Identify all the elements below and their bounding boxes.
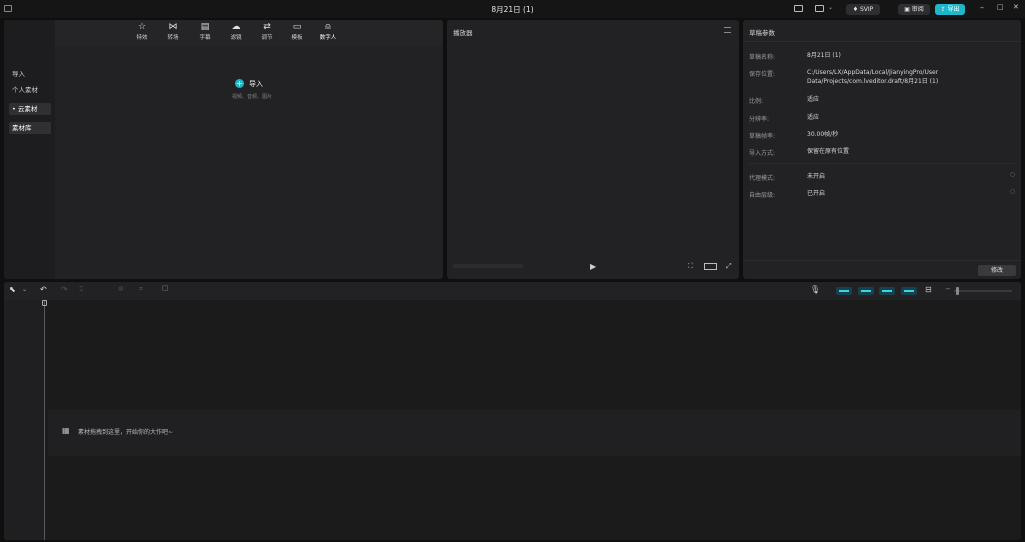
param-label: 导入方式: [749, 150, 776, 157]
tool-filter[interactable]: ☁ 滤镜 [225, 22, 247, 41]
svip-badge[interactable]: ♦ SVIP [846, 4, 880, 15]
tool-caption[interactable]: ▤ 字幕 [194, 22, 216, 41]
edit-button[interactable]: 修改 [978, 265, 1016, 276]
sidebar-item-library[interactable]: 素材库 [9, 122, 51, 134]
preview-axis-button[interactable] [901, 287, 917, 295]
zoom-slider[interactable] [954, 290, 1012, 292]
player-title: 播放器 [453, 29, 473, 37]
diamond-icon: ♦ [852, 6, 860, 13]
split-icon: ⌶ [79, 285, 84, 293]
param-label: 代理模式: [749, 175, 776, 182]
menu-icon[interactable] [724, 27, 731, 33]
sidebar-item-import[interactable]: 导入 [9, 68, 51, 80]
redo-icon: ↷ [61, 285, 68, 294]
media-sidebar: 导入 个人素材 • 云素材 素材库 [4, 20, 55, 279]
caption-icon: ▤ [200, 22, 210, 32]
export-button[interactable]: ⇪ 导出 [935, 4, 965, 15]
template-icon: ▭ [292, 22, 302, 32]
microphone-icon[interactable]: 🎙 [810, 285, 820, 294]
param-value: C:/Users/LX/AppData/Local/JianyingPro/Us… [807, 69, 939, 85]
grid-icon[interactable] [815, 5, 824, 12]
tool-digital-human[interactable]: ⍝ 数字人 [315, 22, 341, 41]
params-title: 草稿参数 [749, 29, 775, 37]
maximize-button[interactable]: □ [997, 3, 1004, 11]
layout-icon[interactable] [794, 5, 803, 12]
player-panel: 播放器 ▶ ⛶ ⤢ [447, 20, 739, 279]
param-label: 分辨率: [749, 116, 770, 123]
media-panel: 导入 个人素材 • 云素材 素材库 ☆ 特效 ⋈ 转场 ▤ 字幕 ☁ 滤镜 ⇄ 调节 ▭ 模… [4, 20, 443, 279]
param-value: 未开启 [807, 173, 826, 180]
close-button[interactable]: ✕ [1013, 3, 1019, 11]
timeline-toolbar: ⬉ ⌄ ↶ ↷ ⌶ ⊘ ⌗ ▢ 🎙 ⊟ − [4, 282, 1021, 300]
transition-icon: ⋈ [168, 22, 178, 32]
import-hint: 视频、音频、图片 [232, 94, 273, 100]
title-bar: 8月21日 (1) ⌄ ♦ SVIP ▣ 审阅 ⇪ 导出 – □ ✕ [0, 0, 1025, 18]
main-track-magnet-button[interactable] [836, 287, 852, 295]
linkage-button[interactable] [879, 287, 895, 295]
param-label: 自由层级: [749, 192, 776, 199]
tool-adjust[interactable]: ⇄ 调节 [256, 22, 278, 41]
import-label: 导入 [249, 80, 263, 88]
tool-template[interactable]: ▭ 模板 [286, 22, 308, 41]
drop-hint-text: 素材拖拽到这里，开始你的大作吧~ [78, 429, 174, 436]
review-button[interactable]: ▣ 审阅 [898, 4, 930, 15]
chevron-down-icon[interactable]: ⌄ [22, 286, 27, 293]
info-icon[interactable]: ○ [1010, 171, 1015, 178]
fullscreen-icon[interactable]: ⤢ [726, 262, 732, 271]
avatar-icon: ⍝ [325, 22, 331, 32]
fit-icon[interactable]: ⛶ [688, 262, 693, 271]
params-footer-divider [743, 260, 1021, 261]
param-value: 已开启 [807, 190, 826, 197]
select-cursor-icon[interactable]: ⬉ [9, 285, 16, 294]
delete-icon: ⊘ [118, 285, 124, 293]
param-value: 适应 [807, 114, 820, 121]
tool-transition[interactable]: ⋈ 转场 [162, 22, 184, 41]
sidebar-item-cloud[interactable]: • 云素材 [9, 103, 51, 115]
param-label: 草稿帧率: [749, 133, 776, 140]
undo-icon[interactable]: ↶ [40, 285, 47, 294]
param-label: 比例: [749, 98, 764, 105]
param-label: 草稿名称: [749, 54, 776, 61]
plus-icon: + [235, 79, 244, 88]
auto-snap-button[interactable] [858, 287, 874, 295]
params-divider [743, 41, 1021, 42]
draft-params-panel: 草稿参数 草稿名称: 8月21日 (1) 保存位置: C:/Users/LX/A… [743, 20, 1021, 279]
playhead-handle[interactable] [42, 300, 47, 306]
screenshot-icon[interactable]: ▢ [162, 284, 169, 292]
import-area[interactable]: + 导入 视频、音频、图片 [204, 76, 294, 122]
zoom-slider-handle[interactable] [956, 287, 959, 295]
params-divider [749, 163, 1015, 164]
zoom-out-icon[interactable]: − [945, 285, 951, 293]
chevron-down-icon[interactable]: ⌄ [828, 4, 833, 11]
sidebar-item-personal[interactable]: 个人素材 [9, 84, 51, 96]
playhead[interactable] [44, 300, 45, 540]
adjust-icon: ⇄ [263, 22, 271, 32]
param-value: 保留在原有位置 [807, 148, 850, 155]
star-icon: ☆ [137, 22, 147, 32]
film-icon: ▦ [62, 426, 70, 435]
param-value: 8月21日 (1) [807, 52, 841, 59]
param-value: 30.00帧/秒 [807, 131, 839, 138]
main-track-drop-zone[interactable]: ▦ 素材拖拽到这里，开始你的大作吧~ [48, 410, 1021, 456]
ratio-icon[interactable] [704, 263, 717, 270]
media-toolbar: ☆ 特效 ⋈ 转场 ▤ 字幕 ☁ 滤镜 ⇄ 调节 ▭ 模板 ⍝ 数字人 [55, 20, 443, 46]
param-label: 保存位置: [749, 71, 776, 78]
track-labels-column [4, 300, 44, 540]
filter-icon: ☁ [231, 22, 241, 32]
timecode [453, 264, 523, 268]
caption-toggle-icon[interactable]: ⊟ [925, 285, 932, 294]
param-value: 适应 [807, 96, 820, 103]
tool-effects[interactable]: ☆ 特效 [131, 22, 153, 41]
crop-icon: ⌗ [139, 285, 143, 293]
timeline-panel: ⬉ ⌄ ↶ ↷ ⌶ ⊘ ⌗ ▢ 🎙 ⊟ − ▦ 素材拖拽到这里，开始你的大作吧~ [4, 282, 1021, 540]
info-icon[interactable]: ○ [1010, 188, 1015, 195]
review-icon: ▣ [904, 6, 912, 13]
play-icon[interactable]: ▶ [590, 262, 596, 271]
minimize-button[interactable]: – [980, 3, 984, 12]
